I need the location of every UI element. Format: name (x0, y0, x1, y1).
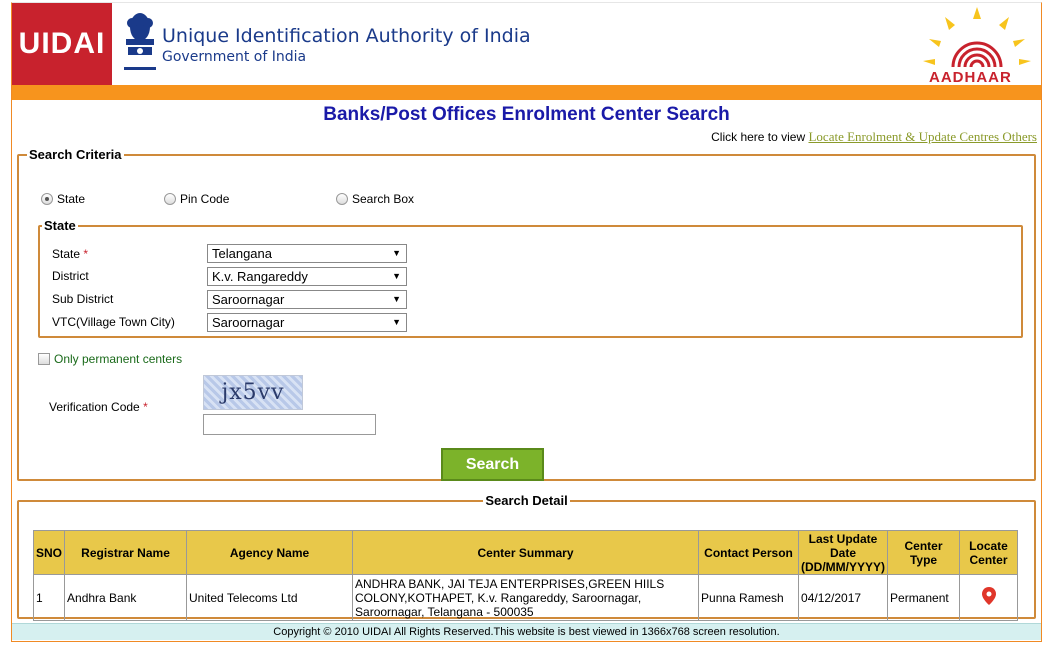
col-agency: Agency Name (186, 530, 354, 575)
header: UIDAI Unique Identification Authority of… (12, 3, 1041, 89)
radio-pin-code[interactable]: Pin Code (164, 192, 229, 206)
vtc-select[interactable]: Saroornagar ▼ (207, 313, 407, 332)
captcha-image: jx5vv (203, 375, 303, 410)
cell-type: Permanent (887, 574, 961, 621)
chevron-down-icon: ▼ (392, 248, 401, 258)
radio-search-box[interactable]: Search Box (336, 192, 414, 206)
org-subtitle: Government of India (162, 49, 307, 65)
col-summary: Center Summary (352, 530, 700, 575)
state-panel: State State * Telangana ▼ District K.v. R… (38, 218, 1023, 338)
sub-district-label: Sub District (52, 292, 114, 306)
cell-sno: 1 (32, 574, 66, 621)
cell-date: 04/12/2017 (798, 574, 889, 621)
permanent-centers-checkbox[interactable] (38, 353, 50, 365)
search-criteria-legend: Search Criteria (29, 147, 122, 162)
col-type: Center Type (887, 530, 961, 575)
locate-prefix: Click here to view (711, 130, 806, 144)
header-divider (12, 85, 1041, 100)
chevron-down-icon: ▼ (392, 271, 401, 281)
table-row: 1 Andhra Bank United Telecoms Ltd ANDHRA… (32, 574, 1018, 621)
verification-code-label: Verification Code * (49, 400, 148, 414)
table-header-row: SNO Registrar Name Agency Name Center Su… (32, 530, 1018, 575)
col-registrar: Registrar Name (64, 530, 188, 575)
cell-contact: Punna Ramesh (698, 574, 800, 621)
radio-state-button[interactable] (41, 193, 53, 205)
org-title: Unique Identification Authority of India (162, 25, 531, 47)
col-sno: SNO (32, 530, 66, 575)
permanent-centers-label: Only permanent centers (54, 352, 183, 366)
locate-line: Click here to view Locate Enrolment & Up… (711, 129, 1037, 145)
search-detail-panel: Search Detail SNO Registrar Name Agency … (17, 493, 1036, 621)
chevron-down-icon: ▼ (392, 294, 401, 304)
verification-code-input[interactable] (203, 414, 376, 435)
state-select[interactable]: Telangana ▼ (207, 244, 407, 263)
radio-pin-code-label: Pin Code (180, 192, 230, 206)
search-criteria-panel: Search Criteria State Pin Code Search Bo… (17, 147, 1036, 481)
cell-agency: United Telecoms Ltd (186, 574, 354, 621)
vtc-label: VTC(Village Town City) (52, 315, 175, 329)
search-detail-legend: Search Detail (485, 493, 568, 508)
search-button[interactable]: Search (441, 448, 544, 481)
radio-search-box-label: Search Box (352, 192, 415, 206)
col-locate: Locate Center (959, 530, 1018, 575)
page-title: Banks/Post Offices Enrolment Center Sear… (323, 104, 730, 125)
uidai-logo[interactable]: UIDAI (12, 3, 112, 85)
national-emblem-icon (124, 13, 156, 70)
state-legend: State (44, 218, 76, 233)
radio-state[interactable]: State (41, 192, 85, 206)
map-pin-icon[interactable] (981, 587, 996, 605)
radio-pin-code-button[interactable] (164, 193, 176, 205)
locate-centres-link[interactable]: Locate Enrolment & Update Centres Others (808, 129, 1037, 144)
results-table: SNO Registrar Name Agency Name Center Su… (32, 530, 1018, 621)
page: UIDAI Unique Identification Authority of… (0, 0, 1048, 646)
cell-locate[interactable] (959, 574, 1018, 621)
chevron-down-icon: ▼ (392, 317, 401, 327)
district-label: District (52, 269, 89, 283)
col-contact: Contact Person (698, 530, 800, 575)
permanent-centers-row[interactable]: Only permanent centers (38, 352, 182, 366)
sub-district-select[interactable]: Saroornagar ▼ (207, 290, 407, 309)
radio-state-label: State (57, 192, 86, 206)
radio-search-box-button[interactable] (336, 193, 348, 205)
cell-registrar: Andhra Bank (64, 574, 188, 621)
col-date: Last Update Date (DD/MM/YYYY) (798, 530, 889, 575)
district-select[interactable]: K.v. Rangareddy ▼ (207, 267, 407, 286)
footer: Copyright © 2010 UIDAI All Rights Reserv… (12, 623, 1041, 640)
aadhaar-text: AADHAAR (929, 69, 1012, 86)
state-label: State * (52, 247, 89, 261)
page-frame: UIDAI Unique Identification Authority of… (11, 2, 1042, 642)
cell-summary: ANDHRA BANK, JAI TEJA ENTERPRISES,GREEN … (352, 574, 700, 621)
